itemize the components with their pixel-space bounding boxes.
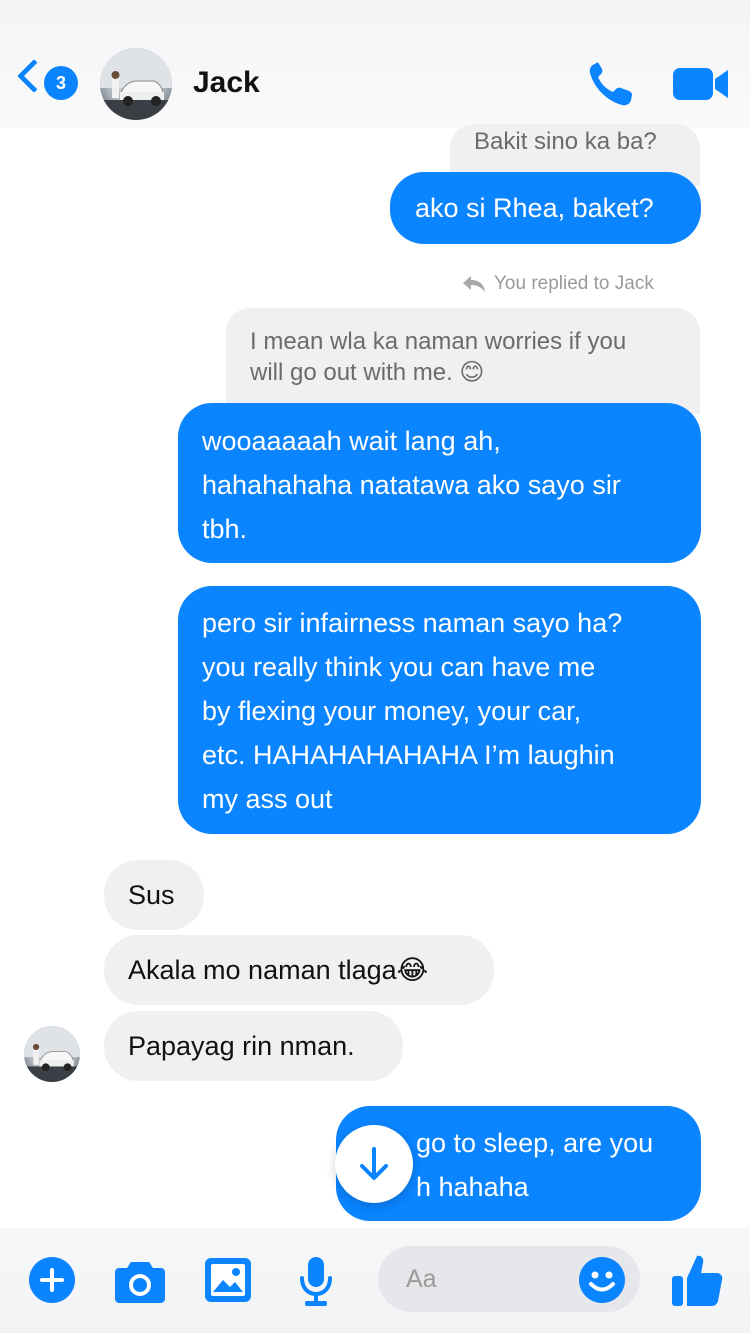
- message-line: wooaaaaah wait lang ah,: [202, 426, 501, 456]
- thumbs-up-icon: [672, 1255, 723, 1306]
- smiley-icon: [579, 1257, 625, 1303]
- scroll-to-bottom-button[interactable]: [335, 1125, 413, 1203]
- message-line: tbh.: [202, 514, 248, 544]
- unread-count-badge: 3: [44, 66, 78, 100]
- avatar-photo: [24, 1026, 80, 1082]
- phone-icon: [589, 62, 632, 106]
- reply-indicator: You replied to Jack: [462, 270, 654, 298]
- message-line: h hahaha: [416, 1172, 529, 1202]
- reply-note-text: You replied to Jack: [494, 273, 654, 294]
- message-line: go to sleep, are you: [416, 1128, 654, 1158]
- message-line: you really think you can have me: [202, 652, 596, 682]
- camera-icon: [115, 1262, 165, 1303]
- message-text: Akala mo naman tlaga😂: [128, 955, 429, 985]
- incoming-message[interactable]: Akala mo naman tlaga😂: [104, 935, 494, 1005]
- avatar-photo: [100, 48, 172, 120]
- chat-header: 3 Jack: [0, 0, 750, 128]
- sender-avatar[interactable]: [24, 1026, 80, 1082]
- message-text: ako si Rhea, baket?: [415, 193, 654, 223]
- outgoing-message[interactable]: wooaaaaah wait lang ah, hahahahaha natat…: [178, 403, 701, 563]
- contact-name[interactable]: Jack: [193, 66, 260, 100]
- arrow-down-icon: [360, 1147, 388, 1180]
- message-text: Papayag rin nman.: [128, 1031, 355, 1061]
- emoji-button[interactable]: [578, 1256, 626, 1304]
- quoted-message-text: Bakit sino ka ba?: [474, 128, 657, 155]
- quoted-reply: I mean wla ka naman worries if you will …: [226, 308, 700, 414]
- video-call-button[interactable]: [672, 64, 730, 104]
- audio-call-button[interactable]: [585, 60, 639, 110]
- add-button[interactable]: [28, 1256, 76, 1304]
- contact-avatar[interactable]: [100, 48, 172, 120]
- message-line: etc. HAHAHAHAHAHA I’m laughin: [202, 740, 615, 770]
- outgoing-message[interactable]: ako si Rhea, baket?: [390, 172, 701, 244]
- message-line: my ass out: [202, 784, 333, 814]
- video-camera-icon: [673, 68, 728, 100]
- microphone-icon: [300, 1257, 332, 1306]
- reply-arrow-icon: [463, 276, 485, 292]
- outgoing-message[interactable]: pero sir infairness naman sayo ha? you r…: [178, 586, 701, 834]
- voice-button[interactable]: [298, 1256, 334, 1308]
- message-text: Sus: [128, 880, 175, 910]
- camera-button[interactable]: [114, 1258, 166, 1304]
- plus-circle-icon: [29, 1257, 75, 1303]
- like-button[interactable]: [670, 1252, 724, 1308]
- incoming-message[interactable]: Papayag rin nman.: [104, 1011, 403, 1081]
- message-line: hahahahaha natatawa ako sayo sir: [202, 470, 621, 500]
- image-icon: [205, 1258, 251, 1302]
- gallery-button[interactable]: [204, 1256, 252, 1304]
- back-button[interactable]: 3: [16, 59, 78, 106]
- incoming-message[interactable]: Sus: [104, 860, 204, 930]
- message-line: pero sir infairness naman sayo ha?: [202, 608, 623, 638]
- message-line: by flexing your money, your car,: [202, 696, 582, 726]
- quoted-reply-line: will go out with me. 😊: [250, 359, 485, 386]
- quoted-reply-line: I mean wla ka naman worries if you: [250, 328, 627, 355]
